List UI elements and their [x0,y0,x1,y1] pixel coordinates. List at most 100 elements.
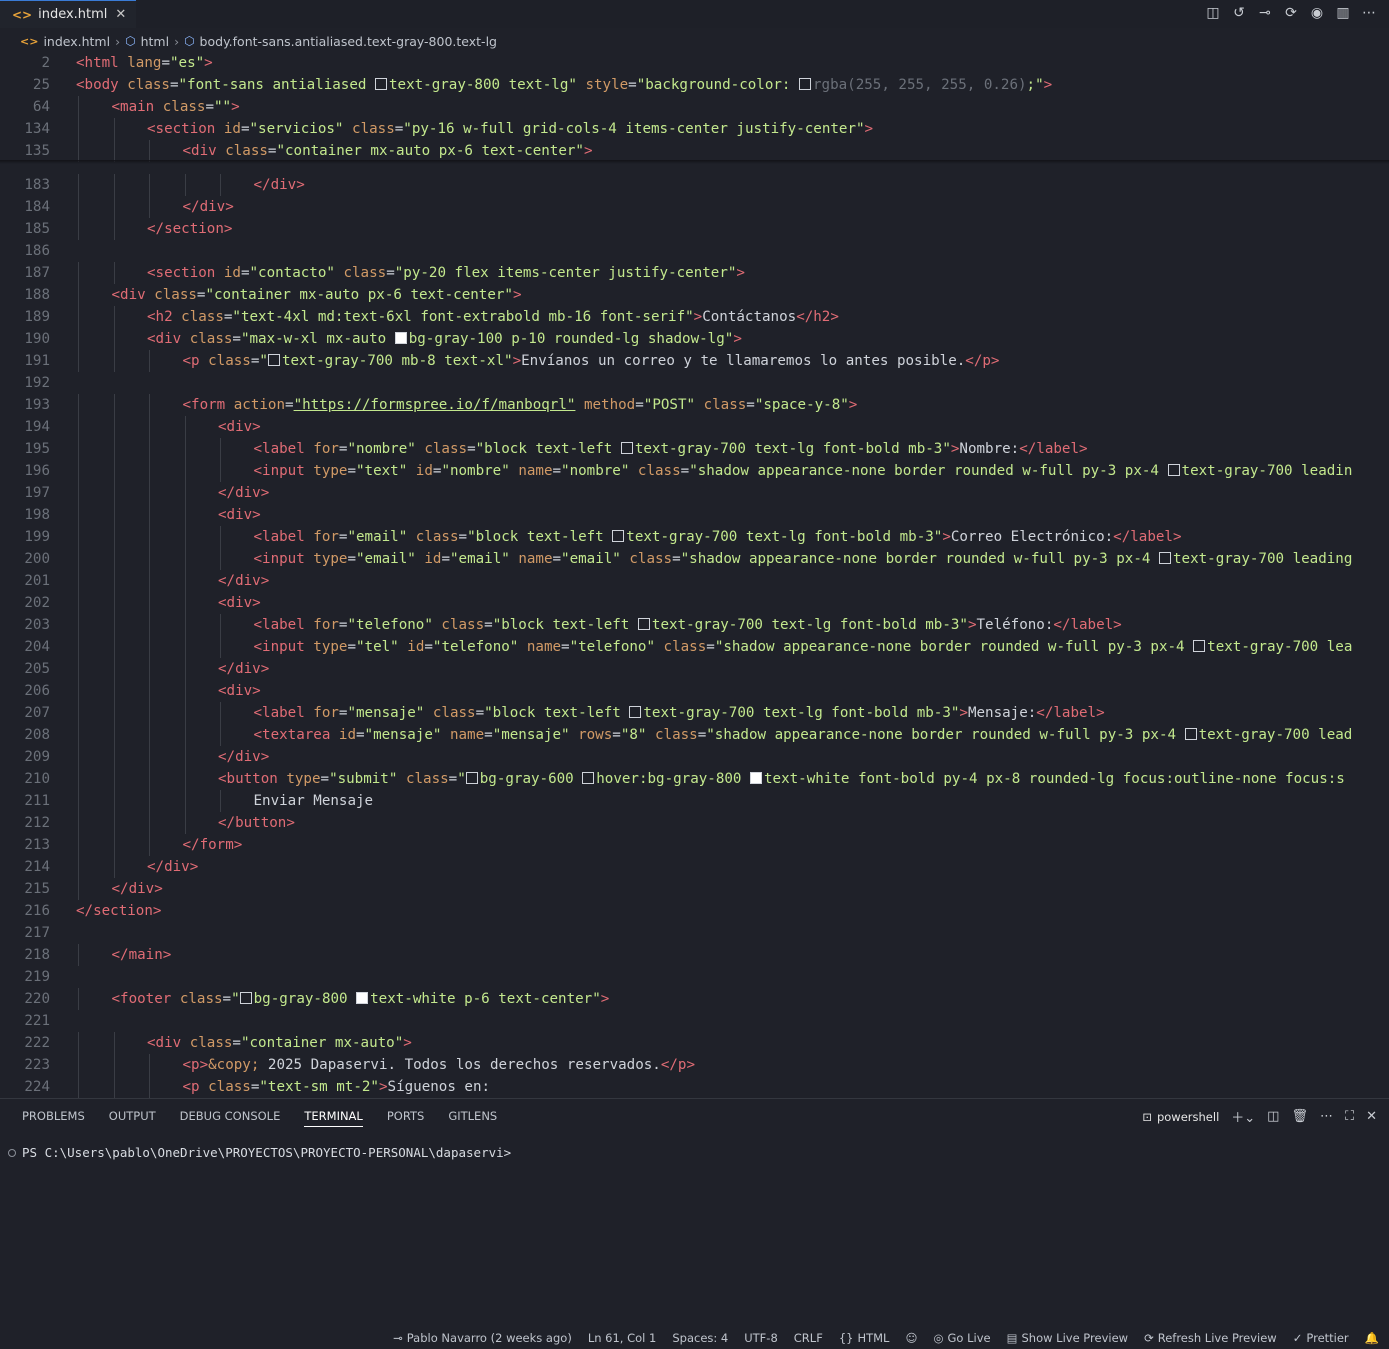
code-line[interactable]: 223 <p>&copy; 2025 Dapaservi. Todos los d… [0,1054,1389,1076]
prettier-button[interactable]: ✓ Prettier [1293,1331,1349,1345]
code-line[interactable]: 188 <div class="container mx-auto px-6 te… [0,284,1389,306]
editor-scrollbar[interactable] [1377,52,1389,1098]
tab-index-html[interactable]: <> index.html ✕ [0,0,137,28]
code-line[interactable]: 214 </div> [0,856,1389,878]
close-icon[interactable]: ✕ [115,7,126,22]
breadcrumb-body[interactable]: body.font-sans.antialiased.text-gray-800… [200,34,497,49]
code-line[interactable]: 200 <input type="email" id="email" name="… [0,548,1389,570]
code-line[interactable]: 198 <div> [0,504,1389,526]
code-token: <section [147,265,216,281]
code-editor[interactable]: 2 <html lang="es"> 25 <body class="font-san… [0,52,1389,1098]
trash-icon[interactable]: 🗑 [1291,1109,1308,1124]
code-token: text-gray-800 text-lg" [388,77,577,93]
code-line[interactable]: 199 <label for="email" class="block text-… [0,526,1389,548]
terminal-shell-selector[interactable]: ⊡ powershell [1142,1110,1219,1124]
code-line[interactable]: 216 </section> [0,900,1389,922]
breadcrumb-html[interactable]: html [141,34,169,49]
copilot-icon[interactable]: ☺ [905,1331,917,1345]
new-terminal-icon[interactable]: ＋⌄ [1231,1107,1255,1126]
code-line[interactable]: 183 </div> [0,174,1389,196]
code-line[interactable]: 134 <section id="servicios" class="py-16 … [0,118,1389,140]
tab-ports[interactable]: PORTS [387,1109,424,1127]
code-line[interactable]: 208 <textarea id="mensaje" name="mensaje"… [0,724,1389,746]
terminal-prompt[interactable]: PS C:\Users\pablo\OneDrive\PROYECTOS\PRO… [8,1145,511,1160]
code-line[interactable]: 192 [0,372,1389,394]
code-line[interactable]: 213 </form> [0,834,1389,856]
code-line[interactable]: 215 </div> [0,878,1389,900]
go-back-icon[interactable]: ↺ [1231,5,1247,21]
tab-gitlens[interactable]: GITLENS [448,1109,497,1127]
code-line[interactable]: 218 </main> [0,944,1389,966]
code-line[interactable]: 195 <label for="nombre" class="block text… [0,438,1389,460]
code-line[interactable]: 206 <div> [0,680,1389,702]
more-icon[interactable]: ⋯ [1361,5,1377,21]
code-line[interactable]: 205 </div> [0,658,1389,680]
git-lens-icon[interactable]: ◉ [1309,5,1325,21]
indent-guide [78,768,79,790]
code-line[interactable]: 186 [0,240,1389,262]
code-line[interactable]: 224 <p class="text-sm mt-2">Síguenos en: [0,1076,1389,1098]
code-token: "text-4xl md:text-6xl font-extrabold mb-… [232,309,694,325]
more-icon[interactable]: ⋯ [1320,1109,1333,1124]
split-editor-icon[interactable]: ◫ [1205,5,1221,21]
end-of-line[interactable]: CRLF [794,1331,823,1345]
tab-problems[interactable]: PROBLEMS [22,1109,85,1127]
code-line[interactable]: 221 [0,1010,1389,1032]
indent-guide [149,592,150,614]
code-line[interactable]: 189 <h2 class="text-4xl md:text-6xl font-… [0,306,1389,328]
indentation[interactable]: Spaces: 4 [672,1331,728,1345]
code-line[interactable]: 202 <div> [0,592,1389,614]
code-line[interactable]: 207 <label for="mensaje" class="block tex… [0,702,1389,724]
code-line[interactable]: 185 </section> [0,218,1389,240]
color-swatch-icon [465,772,478,784]
tab-debug-console[interactable]: DEBUG CONSOLE [180,1109,281,1127]
code-line[interactable]: 135 <div class="container mx-auto px-6 te… [0,140,1389,162]
code-line[interactable]: 211 Enviar Mensaje [0,790,1389,812]
breadcrumb-file[interactable]: index.html [43,34,110,49]
indent-guide [220,460,221,482]
layout-icon[interactable]: ▥ [1335,5,1351,21]
code-line[interactable]: 196 <input type="text" id="nombre" name="… [0,460,1389,482]
close-panel-icon[interactable]: ✕ [1366,1109,1377,1124]
notifications-icon[interactable]: 🔔 [1365,1331,1379,1345]
split-terminal-icon[interactable]: ◫ [1267,1109,1279,1124]
code-line[interactable]: 194 <div> [0,416,1389,438]
code-line[interactable]: 210 <button type="submit" class=" bg-gray-… [0,768,1389,790]
indent-guide [113,746,115,768]
code-line[interactable]: 184 </div> [0,196,1389,218]
encoding[interactable]: UTF-8 [744,1331,778,1345]
code-line[interactable]: 201 </div> [0,570,1389,592]
live-preview-button[interactable]: ▤ Show Live Preview [1007,1331,1128,1345]
code-line[interactable]: 197 </div> [0,482,1389,504]
code-line[interactable]: 64 <main class=""> [0,96,1389,118]
code-line[interactable]: 187 <section id="contacto" class="py-20 f… [0,262,1389,284]
code-line[interactable]: 217 [0,922,1389,944]
code-line[interactable]: 25 <body class="font-sans antialiased tex… [0,74,1389,96]
code-line[interactable]: 222 <div class="container mx-auto"> [0,1032,1389,1054]
code-line[interactable]: 190 <div class="max-w-xl mx-auto bg-gray-… [0,328,1389,350]
git-compare-icon[interactable]: ⟳ [1283,5,1299,21]
code-line[interactable]: 220 <footer class=" bg-gray-800 text-white… [0,988,1389,1010]
language-text: HTML [857,1331,890,1345]
tab-terminal[interactable]: TERMINAL [304,1109,363,1127]
go-live-button[interactable]: ◎ Go Live [933,1331,990,1345]
git-blame-item[interactable]: ⊸ Pablo Navarro (2 weeks ago) [393,1331,572,1345]
code-token: </div> [218,661,270,677]
cursor-position[interactable]: Ln 61, Col 1 [588,1331,657,1345]
code-line[interactable]: 209 </div> [0,746,1389,768]
code-line[interactable]: 193 <form action="https://formspree.io/f/… [0,394,1389,416]
code-line[interactable]: 2 <html lang="es"> [0,52,1389,74]
git-commit-icon[interactable]: ⊸ [1257,5,1273,21]
code-token: "email" [561,551,621,567]
code-line[interactable]: 191 <p class=" text-gray-700 mb-8 text-xl"… [0,350,1389,372]
maximize-icon[interactable]: ⛶ [1345,1109,1354,1124]
tab-output[interactable]: OUTPUT [109,1109,156,1127]
code-line[interactable]: 212 </button> [0,812,1389,834]
code-line[interactable]: 203 <label for="telefono" class="block te… [0,614,1389,636]
indent-guide [184,526,186,548]
refresh-preview-button[interactable]: ⟳ Refresh Live Preview [1144,1331,1277,1345]
language-mode[interactable]: {} HTML [839,1331,890,1345]
code-line[interactable]: 219 [0,966,1389,988]
code-token: Nombre: [959,441,1020,457]
code-line[interactable]: 204 <input type="tel" id="telefono" name=… [0,636,1389,658]
